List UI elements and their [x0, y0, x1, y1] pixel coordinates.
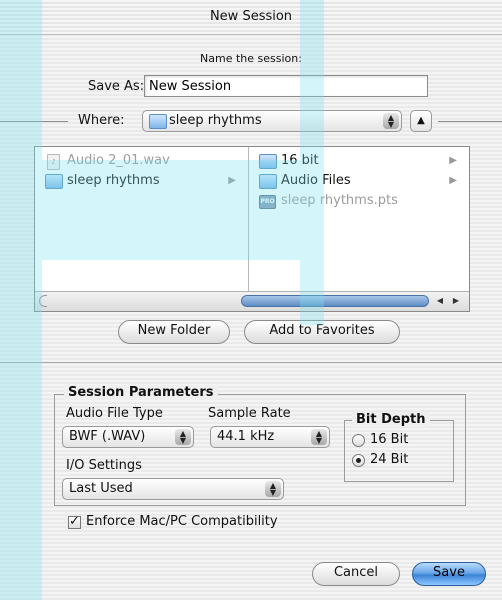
sample-rate-value: 44.1 kHz	[217, 429, 275, 444]
scroll-left-arrow-icon[interactable]: ◀	[433, 295, 447, 307]
folder-icon	[149, 114, 167, 129]
where-value: sleep rhythms	[169, 113, 262, 128]
list-item[interactable]: ♪ Audio 2_01.wav	[35, 151, 248, 171]
popup-arrows-icon: ▲ ▼	[383, 113, 399, 129]
disclosure-arrow-icon: ▶	[449, 175, 457, 186]
save-as-input[interactable]	[144, 75, 428, 97]
list-item[interactable]: sleep rhythms ▶	[35, 171, 248, 191]
checkmark-icon: ✓	[68, 514, 81, 529]
sample-rate-label: Sample Rate	[208, 406, 291, 421]
folder-icon	[259, 154, 277, 169]
name-prompt: Name the session:	[200, 52, 302, 65]
save-button[interactable]: Save	[412, 562, 486, 586]
file-browser[interactable]: ♪ Audio 2_01.wav sleep rhythms ▶ 16 bit …	[34, 146, 470, 312]
disclosure-arrow-icon: ▶	[228, 175, 236, 186]
bit-depth-heading: Bit Depth	[352, 412, 430, 427]
where-label: Where:	[78, 113, 125, 128]
browser-column-2: 16 bit ▶ Audio Files ▶ PRO sleep rhythms…	[249, 147, 469, 291]
up-triangle-icon: ▲	[417, 115, 425, 126]
io-settings-label: I/O Settings	[66, 458, 142, 473]
disclosure-arrow-icon: ▶	[449, 155, 457, 166]
folder-icon	[259, 174, 277, 189]
io-settings-value: Last Used	[69, 481, 133, 496]
scroll-track-start	[39, 295, 47, 307]
where-popup[interactable]: sleep rhythms ▲ ▼	[142, 110, 402, 132]
enforce-compatibility-checkbox[interactable]: ✓ Enforce Mac/PC Compatibility	[68, 514, 328, 534]
audio-file-type-value: BWF (.WAV)	[69, 429, 146, 444]
session-parameters-heading: Session Parameters	[64, 385, 218, 400]
add-to-favorites-button[interactable]: Add to Favorites	[244, 320, 400, 344]
list-item[interactable]: PRO sleep rhythms.pts	[249, 191, 469, 211]
list-item[interactable]: 16 bit ▶	[249, 151, 469, 171]
enforce-compatibility-label: Enforce Mac/PC Compatibility	[86, 514, 278, 529]
cancel-button[interactable]: Cancel	[312, 562, 400, 586]
popup-arrows-icon: ▲ ▼	[265, 481, 281, 497]
save-as-label: Save As:	[88, 79, 145, 94]
popup-arrows-icon: ▲ ▼	[311, 429, 327, 445]
window-title: New Session	[209, 9, 293, 24]
new-folder-button[interactable]: New Folder	[118, 320, 230, 344]
collapse-button[interactable]: ▲	[410, 110, 432, 132]
scroll-thumb[interactable]	[241, 295, 429, 307]
section-divider	[0, 362, 502, 363]
browser-column-1: ♪ Audio 2_01.wav sleep rhythms ▶	[35, 147, 249, 291]
radio-16-bit[interactable]: 16 Bit	[352, 432, 448, 450]
sample-rate-popup[interactable]: 44.1 kHz ▲ ▼	[210, 426, 330, 448]
audio-file-type-label: Audio File Type	[66, 406, 163, 421]
scroll-right-arrow-icon[interactable]: ▶	[449, 295, 463, 307]
folder-icon	[45, 174, 63, 189]
bit-depth-group	[344, 420, 454, 482]
radio-button-selected-icon	[352, 454, 365, 467]
audio-file-icon: ♪	[47, 154, 60, 170]
radio-button-icon	[352, 434, 365, 447]
divider-right	[438, 121, 502, 122]
audio-file-type-popup[interactable]: BWF (.WAV) ▲ ▼	[62, 426, 194, 448]
session-file-icon: PRO	[259, 195, 276, 209]
radio-24-bit[interactable]: 24 Bit	[352, 452, 448, 470]
popup-arrows-icon: ▲ ▼	[175, 429, 191, 445]
list-item[interactable]: Audio Files ▶	[249, 171, 469, 191]
horizontal-scrollbar[interactable]: ◀ ▶	[35, 291, 469, 311]
divider-left	[0, 121, 68, 122]
io-settings-popup[interactable]: Last Used ▲ ▼	[62, 478, 284, 500]
